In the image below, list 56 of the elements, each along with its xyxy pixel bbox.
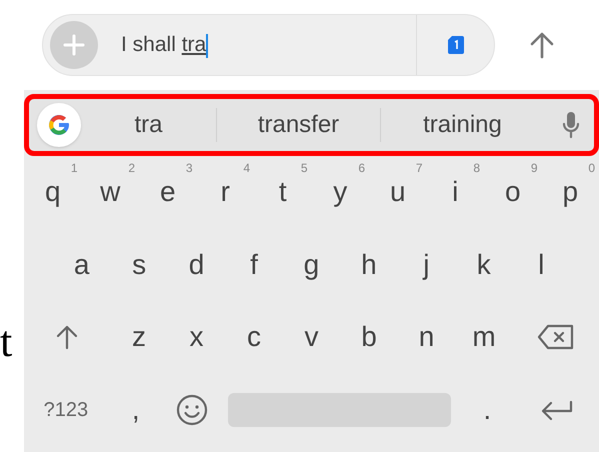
number-hint: 8 (473, 162, 480, 174)
letter-key[interactable]: w 2 (82, 156, 139, 228)
number-hint: 9 (530, 162, 538, 174)
shift-arrow-icon (55, 324, 80, 350)
letter-key[interactable]: d (168, 228, 226, 301)
smiley-icon (176, 394, 208, 426)
enter-arrow-icon (540, 398, 574, 421)
letter-key[interactable]: g (282, 228, 340, 301)
letter-key[interactable]: s (110, 228, 168, 301)
suggestion-chip[interactable]: transfer (217, 107, 380, 143)
backspace-icon (536, 324, 575, 350)
letter-key[interactable]: u 7 (369, 156, 426, 228)
microphone-icon[interactable] (562, 111, 580, 139)
letter-key[interactable]: q 1 (24, 156, 82, 228)
letter-key[interactable]: k (455, 228, 512, 301)
number-hint: 6 (358, 162, 365, 174)
number-hint: 0 (588, 162, 595, 174)
sim-card-icon[interactable] (448, 36, 464, 54)
google-button[interactable] (37, 103, 81, 147)
letter-key[interactable]: t 5 (254, 156, 312, 228)
letter-key[interactable]: y 6 (312, 156, 369, 228)
punctuation-key[interactable]: , (108, 374, 164, 446)
send-button[interactable] (529, 31, 555, 59)
up-arrow-icon (529, 31, 555, 59)
letter-key[interactable]: r 4 (196, 156, 254, 228)
letter-key[interactable]: z (110, 301, 168, 374)
side-letter: t (0, 320, 12, 364)
letter-key[interactable]: v (282, 301, 340, 374)
letter-key[interactable]: l (512, 228, 570, 301)
message-field[interactable]: I shall tra (42, 14, 495, 76)
g-logo-icon (46, 112, 72, 138)
letter-key[interactable]: j (398, 228, 456, 301)
letter-key[interactable]: n (398, 301, 456, 374)
number-hint: 5 (300, 162, 308, 174)
letter-key[interactable]: b (340, 301, 398, 374)
letter-key[interactable]: i 8 (426, 156, 484, 228)
letter-key[interactable]: p 0 (542, 156, 599, 228)
number-hint: 3 (186, 162, 192, 174)
number-hint: 1 (70, 162, 78, 174)
suggestion-chip[interactable]: tra (81, 107, 216, 143)
symbols-key[interactable]: ?123 (24, 374, 108, 446)
letter-key[interactable]: c (225, 301, 283, 374)
number-hint: 2 (128, 162, 135, 174)
letter-key[interactable]: e 3 (139, 156, 196, 228)
number-hint: 7 (416, 162, 422, 174)
letter-key[interactable]: h (340, 228, 398, 301)
letter-key[interactable]: o 9 (484, 156, 542, 228)
letter-key[interactable]: f (225, 228, 283, 301)
letter-key[interactable]: m (455, 301, 513, 374)
letter-key[interactable]: a (53, 228, 110, 301)
number-hint: 4 (243, 162, 250, 174)
letter-key[interactable]: x (168, 301, 226, 374)
punctuation-key[interactable]: . (459, 374, 516, 446)
message-text: I shall tra (121, 32, 210, 60)
suggestion-chip[interactable]: training (381, 107, 544, 143)
plus-icon (63, 34, 85, 56)
